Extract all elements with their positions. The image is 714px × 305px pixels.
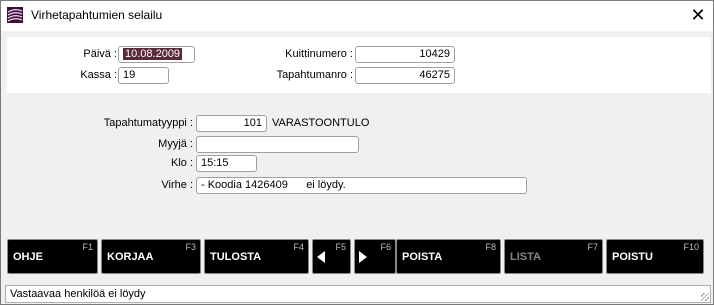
kassa-field[interactable]: 19 bbox=[118, 67, 169, 84]
fkey-label: OHJE bbox=[13, 251, 43, 263]
tapahtumanro-label: Tapahtumanro : bbox=[276, 69, 353, 81]
klo-label: Klo : bbox=[170, 157, 193, 169]
fkey-code: F3 bbox=[185, 242, 196, 252]
kuittinumero-label: Kuittinumero : bbox=[285, 48, 353, 60]
tyyppi-description: VARASTOONTULO bbox=[272, 117, 370, 129]
status-message: Vastaavaa henkilöä ei löydy bbox=[10, 288, 146, 300]
tapahtumanro-field[interactable]: 46275 bbox=[355, 67, 455, 84]
fkey-code: F10 bbox=[683, 242, 699, 252]
klo-field[interactable]: 15:15 bbox=[196, 155, 257, 172]
tyyppi-field[interactable]: 101 bbox=[196, 115, 267, 132]
arrow-right-icon bbox=[359, 251, 367, 263]
details-panel: Tapahtumatyyppi : 101 VARASTOONTULO Myyj… bbox=[7, 105, 711, 235]
lista-button: F7 LISTA bbox=[504, 239, 603, 274]
tyyppi-label: Tapahtumatyyppi : bbox=[103, 117, 193, 129]
close-icon[interactable]: ✕ bbox=[687, 5, 709, 25]
fkey-code: F8 bbox=[485, 242, 496, 252]
app-logo-icon bbox=[7, 7, 23, 23]
ohje-button[interactable]: F1 OHJE bbox=[7, 239, 98, 274]
korjaa-button[interactable]: F3 KORJAA bbox=[101, 239, 201, 274]
main-window: Virhetapahtumien selailu ✕ Päivä : 10.08… bbox=[0, 0, 714, 305]
fkey-code: F6 bbox=[380, 242, 391, 252]
fkey-label: POISTA bbox=[402, 251, 443, 263]
fkey-code: F5 bbox=[335, 242, 346, 252]
kuittinumero-field[interactable]: 10429 bbox=[355, 46, 455, 63]
resize-grip-icon[interactable] bbox=[701, 293, 709, 301]
fkey-code: F4 bbox=[293, 242, 304, 252]
fkey-label: POISTU bbox=[612, 251, 653, 263]
myyja-label: Myyjä : bbox=[158, 138, 193, 150]
window-title: Virhetapahtumien selailu bbox=[31, 8, 163, 22]
poistu-button[interactable]: F10 POISTU bbox=[606, 239, 704, 274]
paiva-field[interactable]: 10.08.2009 bbox=[118, 46, 195, 63]
header-panel: Päivä : 10.08.2009 Kassa : 19 Kuittinume… bbox=[7, 37, 711, 93]
fkey-code: F7 bbox=[587, 242, 598, 252]
kassa-label: Kassa : bbox=[80, 69, 117, 81]
previous-button[interactable]: F5 bbox=[312, 239, 351, 274]
virhe-field[interactable]: - Koodia 1426409 ei löydy. bbox=[196, 177, 527, 194]
tulosta-button[interactable]: F4 TULOSTA bbox=[204, 239, 309, 274]
myyja-field[interactable] bbox=[196, 136, 359, 153]
fkey-label: TULOSTA bbox=[210, 251, 262, 263]
status-bar: Vastaavaa henkilöä ei löydy bbox=[5, 285, 711, 303]
function-key-bar: F1 OHJE F3 KORJAA F4 TULOSTA F5 F6 F8 PO… bbox=[7, 239, 711, 275]
poista-button[interactable]: F8 POISTA bbox=[396, 239, 501, 274]
paiva-value: 10.08.2009 bbox=[123, 48, 183, 60]
arrow-left-icon bbox=[317, 251, 325, 263]
paiva-label: Päivä : bbox=[83, 48, 117, 60]
virhe-label: Virhe : bbox=[161, 179, 193, 191]
fkey-label: KORJAA bbox=[107, 251, 154, 263]
fkey-code: F1 bbox=[82, 242, 93, 252]
title-bar: Virhetapahtumien selailu ✕ bbox=[1, 1, 713, 31]
fkey-label: LISTA bbox=[510, 251, 541, 263]
next-button[interactable]: F6 bbox=[354, 239, 396, 274]
